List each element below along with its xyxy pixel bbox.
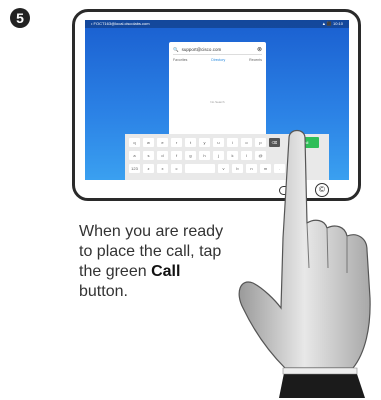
key[interactable]: f — [171, 151, 182, 160]
key[interactable]: q — [129, 138, 140, 147]
key[interactable]: y — [199, 138, 210, 147]
space-key[interactable] — [185, 164, 215, 173]
key[interactable]: w — [143, 138, 154, 147]
search-value: support@cisco.com — [181, 47, 222, 52]
key[interactable]: h — [199, 151, 210, 160]
key[interactable]: s — [143, 151, 154, 160]
tab-directory[interactable]: Directory — [211, 58, 225, 62]
empty-results-message: No Search — [210, 100, 225, 104]
step-number-badge: 5 — [10, 8, 30, 28]
key[interactable]: d — [157, 151, 168, 160]
key[interactable]: c — [171, 164, 182, 173]
key[interactable]: a — [129, 151, 140, 160]
clear-icon[interactable]: ⊗ — [257, 46, 262, 54]
caption-suffix: button. — [79, 283, 128, 300]
search-field[interactable]: 🔍 support@cisco.com ⊗ — [173, 46, 262, 55]
tab-favorites[interactable]: Favorites — [173, 58, 187, 62]
key[interactable]: z — [143, 164, 154, 173]
status-address: • FOCT163@local.ciscolabs.com — [91, 21, 150, 26]
key[interactable]: t — [185, 138, 196, 147]
key[interactable]: x — [157, 164, 168, 173]
key[interactable]: j — [213, 151, 224, 160]
status-bar: • FOCT163@local.ciscolabs.com ▲ ⬛ 10:10 — [85, 20, 349, 28]
key[interactable]: g — [185, 151, 196, 160]
status-indicators: ▲ ⬛ 10:10 — [321, 21, 343, 26]
key[interactable]: e — [157, 138, 168, 147]
search-icon: 🔍 — [173, 47, 179, 52]
instruction-caption: When you are ready to place the call, ta… — [79, 222, 229, 302]
pointing-hand-icon — [238, 129, 371, 398]
directory-tabs: Favorites Directory Recents — [173, 58, 262, 62]
key[interactable]: u — [213, 138, 224, 147]
caption-bold-word: Call — [151, 263, 181, 280]
key[interactable]: 123 — [129, 164, 140, 173]
tab-recents[interactable]: Recents — [249, 58, 262, 62]
key[interactable]: r — [171, 138, 182, 147]
